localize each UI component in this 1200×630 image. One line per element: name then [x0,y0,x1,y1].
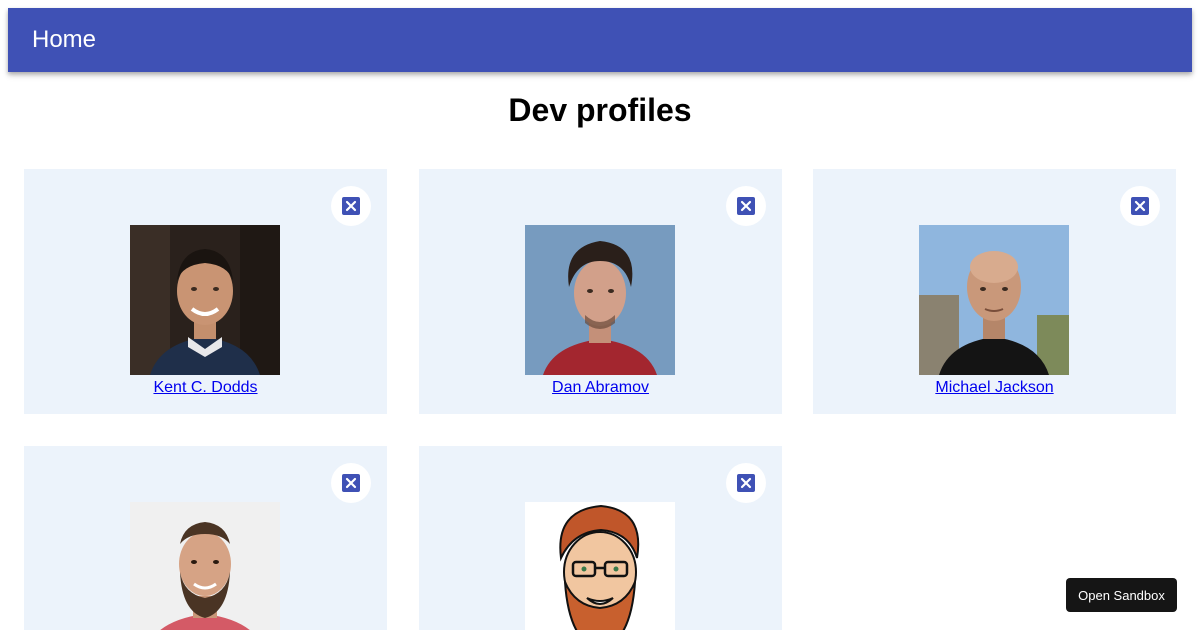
profile-name-link[interactable]: Kent C. Dodds [24,379,387,397]
open-sandbox-button[interactable]: Open Sandbox [1066,578,1177,612]
remove-profile-button[interactable] [726,186,766,226]
profile-name-link[interactable]: Michael Jackson [813,379,1176,397]
home-link[interactable]: Home [32,26,96,54]
page: Home Dev profiles Kent C. Dodds Dan Abra… [0,0,1200,630]
profile-photo [130,502,280,630]
profile-card: Michael Jackson [813,169,1176,414]
profile-photo [525,502,675,630]
profile-name-link[interactable]: Dan Abramov [419,379,782,397]
close-icon [342,197,360,215]
remove-profile-button[interactable] [1120,186,1160,226]
remove-profile-button[interactable] [331,186,371,226]
profile-card: Kent C. Dodds [24,169,387,414]
profile-card [419,446,782,630]
profile-photo [525,225,675,375]
remove-profile-button[interactable] [726,463,766,503]
profile-photo [130,225,280,375]
close-icon [342,474,360,492]
profile-photo [919,225,1069,375]
close-icon [1131,197,1149,215]
profile-card: Dan Abramov [419,169,782,414]
close-icon [737,474,755,492]
page-title: Dev profiles [508,92,692,128]
app-bar: Home [8,8,1192,72]
profile-card [24,446,387,630]
close-icon [737,197,755,215]
remove-profile-button[interactable] [331,463,371,503]
